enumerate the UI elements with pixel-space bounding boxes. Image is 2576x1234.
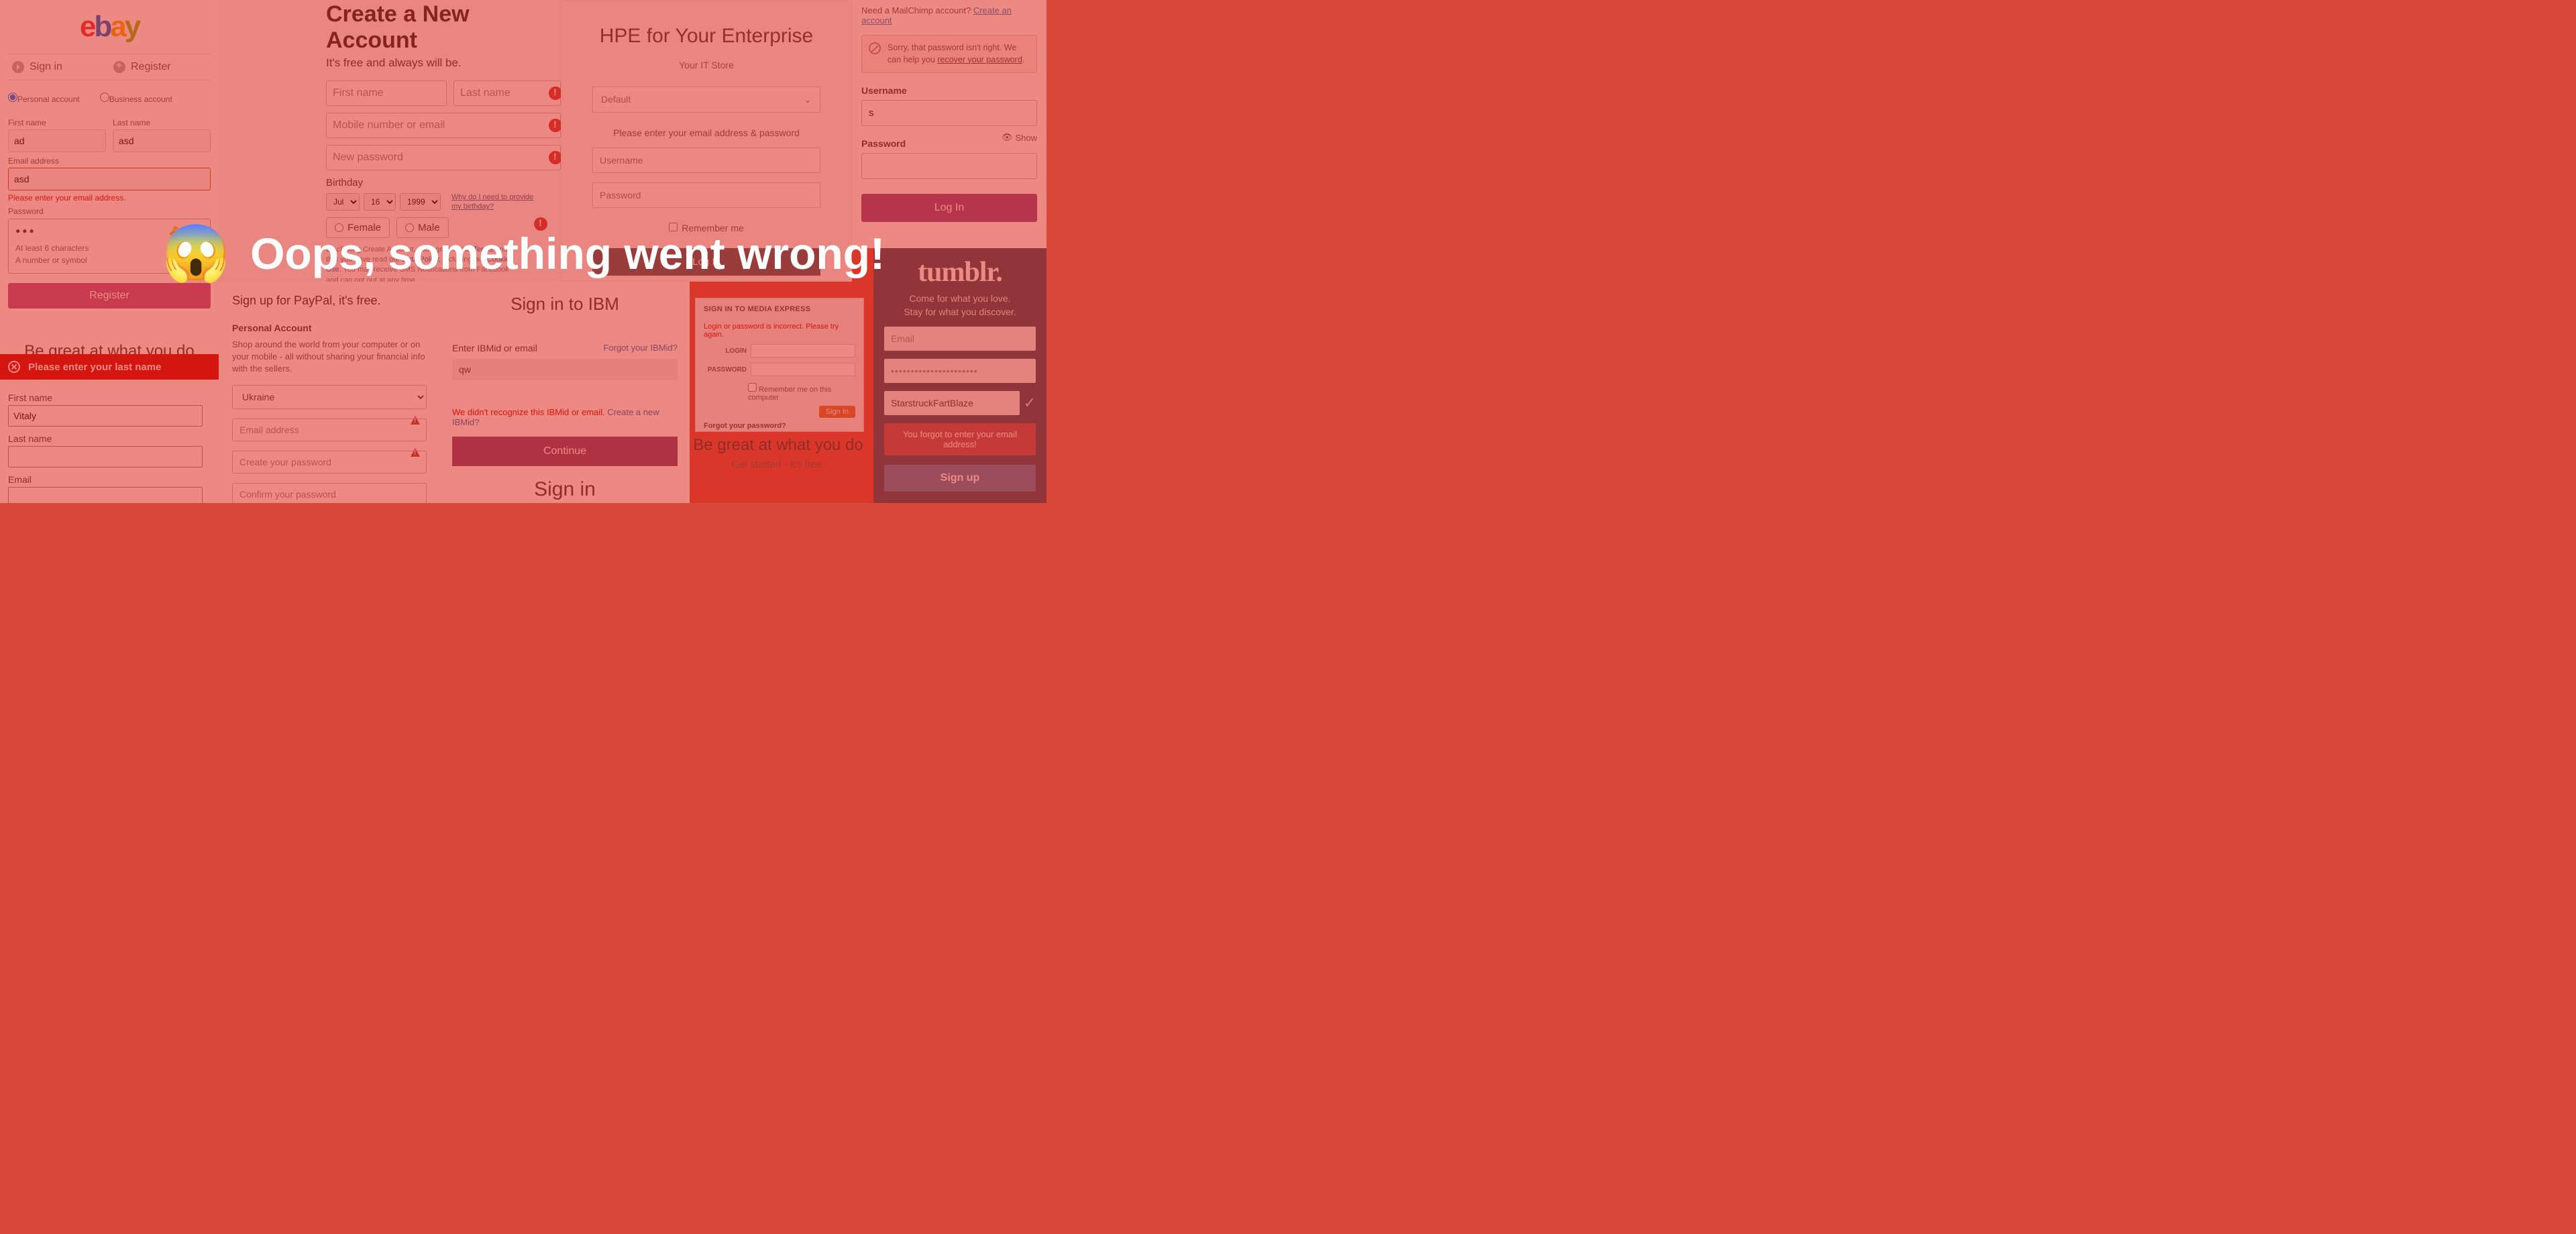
- tb-error: You forgot to enter your email address!: [884, 423, 1036, 455]
- ibm-panel: Sign in to IBM Enter IBMid or emailForgo…: [440, 282, 690, 503]
- mc-pw-label: Password: [861, 138, 906, 149]
- register-button[interactable]: Register: [8, 283, 211, 308]
- fb-firstname-input[interactable]: [326, 80, 447, 106]
- label-email: Email address: [8, 156, 211, 166]
- hpe-instruction: Please enter your email address & passwo…: [561, 127, 851, 138]
- hpe-title: HPE for Your Enterprise: [561, 25, 851, 48]
- mc-alert: Sorry, that password isn't right. We can…: [861, 35, 1037, 73]
- headline-text: Oops, something went wrong!: [250, 228, 885, 279]
- hpe-password-input[interactable]: [592, 182, 820, 208]
- ibm-error: We didn't recognize this IBMid or email.…: [452, 407, 678, 427]
- radio-personal[interactable]: Personal account: [8, 93, 80, 104]
- show-password-toggle[interactable]: 👁Show: [1002, 132, 1037, 143]
- recover-password-link[interactable]: recover your password: [937, 55, 1022, 64]
- mc-login-button[interactable]: Log In: [861, 194, 1037, 222]
- mx-remember-checkbox[interactable]: [748, 383, 757, 392]
- pp-email-input[interactable]: [232, 418, 427, 441]
- warning-icon: [549, 119, 561, 132]
- paypal-panel: Sign up for PayPal, it's free. Personal …: [219, 282, 440, 503]
- error-icon: [8, 361, 20, 373]
- tumblr-logo: tumblr.: [884, 256, 1036, 288]
- tb-email-input[interactable]: [884, 327, 1036, 351]
- hpe-username-input[interactable]: [592, 148, 820, 173]
- checkmark-icon: ✓: [1024, 394, 1036, 412]
- tb-username-input[interactable]: [884, 391, 1020, 415]
- low-firstname-input[interactable]: [8, 405, 203, 427]
- ms-signin-title: Sign in: [452, 478, 678, 501]
- warning-icon: [549, 151, 561, 164]
- hpe-dropdown[interactable]: Default⌄: [592, 87, 820, 113]
- email-input[interactable]: [8, 168, 211, 190]
- radio-business[interactable]: Business account: [100, 93, 172, 104]
- tb-password-input[interactable]: [884, 359, 1036, 383]
- tab-signin[interactable]: Sign in: [8, 54, 109, 80]
- mx-password-input[interactable]: [751, 363, 855, 376]
- label-firstname: First name: [8, 118, 106, 127]
- pp-desc: Shop around the world from your computer…: [232, 339, 427, 376]
- bday-year-select[interactable]: 1999: [400, 193, 441, 211]
- mc-username-input[interactable]: [861, 100, 1037, 126]
- ibmid-input[interactable]: [452, 359, 678, 380]
- tumblr-tagline: Come for what you love.Stay for what you…: [884, 292, 1036, 319]
- warning-icon: [549, 87, 561, 100]
- fb-title: Create a New Account: [326, 1, 561, 54]
- scream-emoji-icon: 😱: [162, 221, 230, 286]
- alert-icon: [411, 416, 420, 425]
- mc-need: Need a MailChimp account? Create an acco…: [861, 5, 1037, 25]
- tb-signup-button[interactable]: Sign up: [884, 465, 1036, 492]
- fb-password-input[interactable]: [326, 145, 561, 170]
- pp-password-input[interactable]: [232, 451, 427, 473]
- bday-month-select[interactable]: Jul: [326, 193, 360, 211]
- mx-error: Login or password is incorrect. Please t…: [704, 323, 855, 339]
- pp-title: Sign up for PayPal, it's free.: [232, 294, 427, 308]
- hpe-subtitle: Your IT Store: [561, 60, 851, 70]
- tab-register[interactable]: Register: [109, 54, 211, 80]
- label-password: Password: [8, 207, 211, 216]
- mc-user-label: Username: [861, 85, 1037, 96]
- error-banner: Please enter your last name: [0, 354, 219, 380]
- mailchimp-panel: Need a MailChimp account? Create an acco…: [852, 0, 1046, 248]
- mx-title: SIGN IN TO MEDIA EXPRESS: [704, 305, 855, 313]
- fb-subtitle: It's free and always will be.: [326, 56, 561, 70]
- plus-icon: [113, 61, 125, 73]
- email-error: Please enter your email address.: [8, 193, 211, 203]
- low-lastname-input[interactable]: [8, 446, 203, 467]
- mx-signin-button[interactable]: Sign In: [819, 406, 855, 418]
- alert-icon: [411, 448, 420, 457]
- pp-type: Personal Account: [232, 323, 427, 333]
- begreat-panel: Be great at what you do Get started - it…: [678, 436, 879, 470]
- continue-button[interactable]: Continue: [452, 437, 678, 466]
- mx-forgot-link[interactable]: Forgot your password?: [704, 422, 786, 430]
- label-lastname: Last name: [113, 118, 211, 127]
- why-birthday-link[interactable]: Why do I need to provide my birthday?: [451, 192, 539, 212]
- firstname-input[interactable]: [8, 129, 106, 152]
- country-select[interactable]: Ukraine: [232, 385, 427, 409]
- password-input[interactable]: ●●●: [15, 226, 36, 235]
- fb-lastname-input[interactable]: [453, 80, 561, 106]
- fb-mobile-input[interactable]: [326, 113, 561, 138]
- chevron-down-icon: ⌄: [804, 94, 812, 105]
- eye-icon: 👁: [1002, 132, 1013, 143]
- arrow-icon: [12, 61, 24, 73]
- bday-label: Birthday: [326, 177, 561, 188]
- low-email-input[interactable]: [8, 487, 203, 503]
- forgot-ibmid-link[interactable]: Forgot your IBMid?: [603, 343, 678, 353]
- mx-login-input[interactable]: [751, 344, 855, 357]
- ibm-title: Sign in to IBM: [452, 294, 678, 315]
- lastname-input[interactable]: [113, 129, 211, 152]
- bday-day-select[interactable]: 16: [364, 193, 396, 211]
- prohibit-icon: [869, 42, 881, 54]
- mc-password-input[interactable]: [861, 153, 1037, 179]
- headline: 😱 Oops, something went wrong!: [162, 221, 885, 286]
- tumblr-panel: tumblr. Come for what you love.Stay for …: [873, 248, 1046, 503]
- ebay-logo: ebay: [8, 10, 211, 44]
- pp-confirm-input[interactable]: [232, 483, 427, 503]
- media-express-panel: SIGN IN TO MEDIA EXPRESS Login or passwo…: [695, 298, 864, 432]
